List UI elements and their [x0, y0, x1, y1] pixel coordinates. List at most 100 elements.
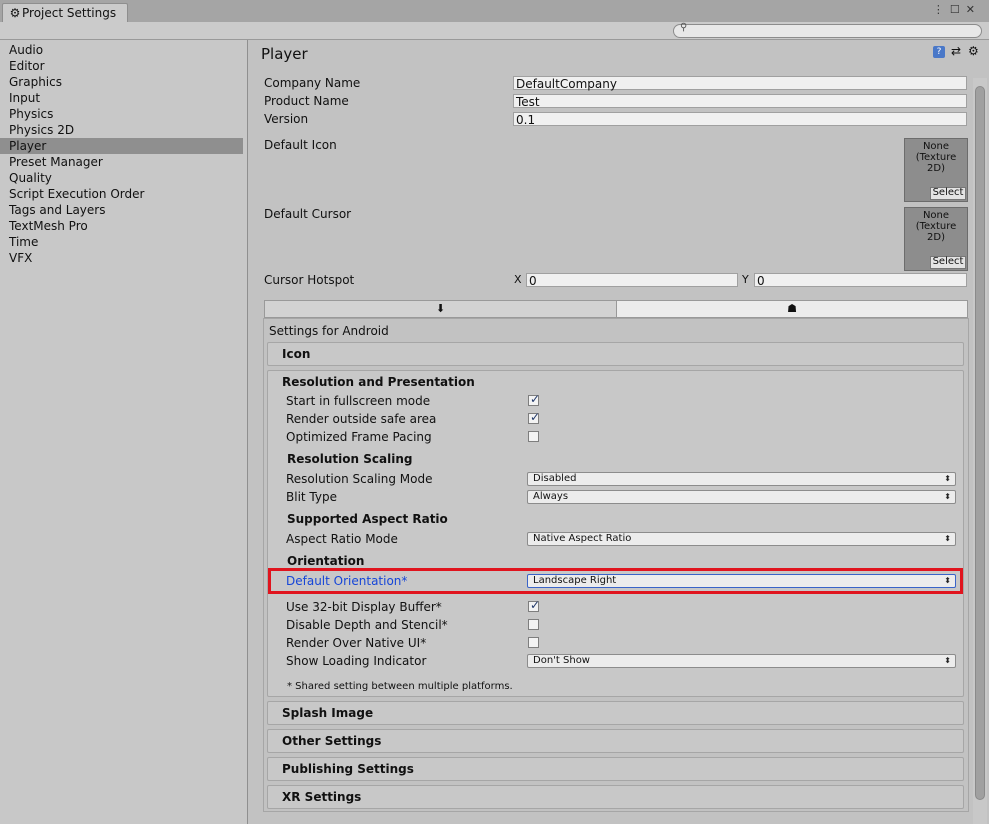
checkmark-icon: ✓ — [530, 598, 541, 612]
settings-gear-icon[interactable]: ⚙ — [968, 44, 979, 58]
default-icon-texture-field[interactable]: None (Texture 2D) Select — [904, 138, 968, 202]
texture-type-text: (Texture — [915, 152, 957, 163]
sidebar-item-textmesh-pro[interactable]: TextMesh Pro — [0, 218, 243, 234]
scaling-mode-label: Resolution Scaling Mode — [286, 472, 433, 486]
search-icon: ⚲ — [680, 22, 688, 33]
other-settings-section[interactable]: Other Settings — [267, 729, 964, 753]
gear-icon: ⚙ — [9, 6, 21, 20]
dropdown-arrow-icon: ⬍ — [944, 474, 951, 483]
depth-stencil-checkbox[interactable] — [528, 619, 539, 630]
page-title: Player — [261, 45, 308, 63]
checkmark-icon: ✓ — [530, 410, 541, 424]
loading-indicator-value: Don't Show — [533, 655, 590, 666]
preset-icon[interactable]: ⇄ — [951, 44, 961, 58]
version-label: Version — [264, 112, 309, 126]
loading-indicator-label: Show Loading Indicator — [286, 654, 427, 668]
product-name-field[interactable]: Test — [513, 94, 967, 109]
sidebar-item-editor[interactable]: Editor — [0, 58, 243, 74]
sidebar-item-tags-and-layers[interactable]: Tags and Layers — [0, 202, 243, 218]
search-input[interactable]: ⚲ — [673, 22, 982, 38]
splash-image-header: Splash Image — [282, 706, 374, 720]
dropdown-arrow-icon: ⬍ — [944, 492, 951, 501]
splash-image-section[interactable]: Splash Image — [267, 701, 964, 725]
aspect-mode-value: Native Aspect Ratio — [533, 533, 632, 544]
publishing-settings-section[interactable]: Publishing Settings — [267, 757, 964, 781]
sidebar-item-script-execution-order[interactable]: Script Execution Order — [0, 186, 243, 202]
render-native-checkbox[interactable] — [528, 637, 539, 648]
safe-area-checkbox[interactable]: ✓ — [528, 410, 541, 424]
other-settings-header: Other Settings — [282, 734, 382, 748]
render-native-label: Render Over Native UI* — [286, 636, 427, 650]
scrollbar-thumb[interactable] — [975, 86, 985, 800]
orientation-header: Orientation — [287, 554, 365, 568]
texture-none-text: None — [922, 141, 950, 152]
sidebar-item-input[interactable]: Input — [0, 90, 243, 106]
cursor-hotspot-label: Cursor Hotspot — [264, 273, 355, 287]
safe-area-label: Render outside safe area — [286, 412, 437, 426]
frame-pacing-checkbox[interactable] — [528, 431, 539, 442]
sidebar-item-graphics[interactable]: Graphics — [0, 74, 243, 90]
blit-type-value: Always — [533, 491, 569, 502]
aspect-mode-label: Aspect Ratio Mode — [286, 532, 398, 546]
company-name-field[interactable]: DefaultCompany — [513, 76, 967, 91]
highlight-box — [268, 568, 963, 594]
hotspot-y-label: Y — [742, 273, 749, 286]
sidebar-item-physics-2d[interactable]: Physics 2D — [0, 122, 243, 138]
select-button[interactable]: Select — [930, 187, 966, 200]
window-titlebar — [0, 0, 989, 23]
shared-setting-note: * Shared setting between multiple platfo… — [287, 681, 513, 692]
hotspot-x-label: X — [514, 273, 522, 286]
dropdown-arrow-icon: ⬍ — [944, 534, 951, 543]
blit-type-dropdown[interactable]: Always ⬍ — [527, 490, 956, 504]
sidebar-item-physics[interactable]: Physics — [0, 106, 243, 122]
sidebar-item-time[interactable]: Time — [0, 234, 243, 250]
checkmark-icon: ✓ — [530, 392, 541, 406]
hotspot-x-field[interactable]: 0 — [526, 273, 738, 288]
scaling-mode-value: Disabled — [533, 473, 577, 484]
default-cursor-texture-field[interactable]: None (Texture 2D) Select — [904, 207, 968, 271]
platform-tabs: ⬇ ☗ — [264, 300, 968, 318]
fullscreen-checkbox[interactable]: ✓ — [528, 392, 541, 406]
default-cursor-label: Default Cursor — [264, 207, 352, 221]
default-icon-label: Default Icon — [264, 138, 337, 152]
publishing-settings-header: Publishing Settings — [282, 762, 414, 776]
aspect-mode-dropdown[interactable]: Native Aspect Ratio ⬍ — [527, 532, 956, 546]
company-name-label: Company Name — [264, 76, 361, 90]
select-button[interactable]: Select — [930, 256, 966, 269]
sidebar-item-player[interactable]: Player — [0, 138, 243, 154]
hotspot-y-field[interactable]: 0 — [754, 273, 967, 288]
blit-type-label: Blit Type — [286, 490, 337, 504]
aspect-ratio-header: Supported Aspect Ratio — [287, 512, 448, 526]
tab-title: Project Settings — [22, 6, 117, 20]
settings-for-label: Settings for Android — [269, 324, 389, 338]
tab-standalone[interactable]: ⬇ — [265, 301, 617, 317]
product-name-label: Product Name — [264, 94, 349, 108]
resolution-section-header[interactable]: Resolution and Presentation — [282, 375, 475, 389]
icon-section-header: Icon — [282, 347, 311, 361]
depth-stencil-label: Disable Depth and Stencil* — [286, 618, 448, 632]
sidebar-item-quality[interactable]: Quality — [0, 170, 243, 186]
display-buffer-checkbox[interactable]: ✓ — [528, 598, 541, 612]
icon-section[interactable]: Icon — [267, 342, 964, 366]
help-icon[interactable]: ? — [933, 46, 945, 58]
tab-android[interactable]: ☗ — [617, 301, 967, 317]
sidebar-item-vfx[interactable]: VFX — [0, 250, 243, 266]
dropdown-arrow-icon: ⬍ — [944, 656, 951, 665]
texture-type-text-2: 2D) — [927, 232, 945, 243]
scaling-mode-dropdown[interactable]: Disabled ⬍ — [527, 472, 956, 486]
project-settings-tab[interactable]: ⚙ Project Settings — [2, 3, 128, 23]
android-icon: ☗ — [787, 302, 797, 315]
version-field[interactable]: 0.1 — [513, 112, 967, 127]
xr-settings-section[interactable]: XR Settings — [267, 785, 964, 809]
sidebar: Audio Editor Graphics Input Physics Phys… — [0, 40, 248, 824]
fullscreen-label: Start in fullscreen mode — [286, 394, 431, 408]
sidebar-item-audio[interactable]: Audio — [0, 42, 243, 58]
frame-pacing-label: Optimized Frame Pacing — [286, 430, 432, 444]
xr-settings-header: XR Settings — [282, 790, 362, 804]
loading-indicator-dropdown[interactable]: Don't Show ⬍ — [527, 654, 956, 668]
texture-type-text: (Texture — [915, 221, 957, 232]
sidebar-item-preset-manager[interactable]: Preset Manager — [0, 154, 243, 170]
texture-type-text-2: 2D) — [927, 163, 945, 174]
window-controls[interactable]: ⋮☐✕ — [933, 3, 981, 16]
display-buffer-label: Use 32-bit Display Buffer* — [286, 600, 442, 614]
